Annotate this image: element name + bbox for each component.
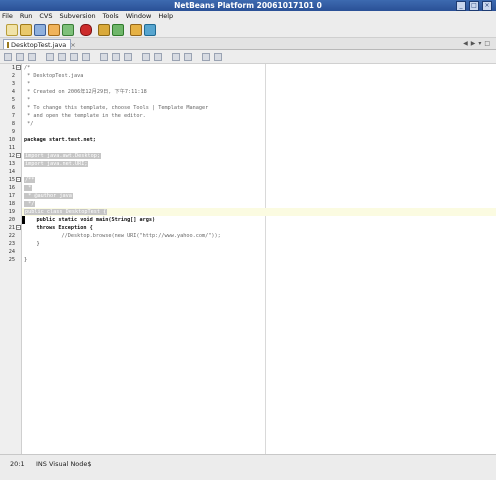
menu-window[interactable]: Window <box>126 12 152 20</box>
scroll-left-icon[interactable]: ◀ <box>463 40 468 47</box>
minimize-icon[interactable]: _ <box>456 1 466 11</box>
find-prev-icon[interactable] <box>58 53 66 61</box>
java-file-icon <box>7 41 9 48</box>
menu-cvs[interactable]: CVS <box>39 12 52 20</box>
uncomment-icon[interactable] <box>202 53 210 61</box>
macro-stop-icon[interactable] <box>184 53 192 61</box>
code-line: 16 * <box>8 185 33 191</box>
cursor-position: 20:1 <box>10 460 25 468</box>
macro-record-icon[interactable] <box>172 53 180 61</box>
code-line: 6 * To change this template, choose Tool… <box>11 105 209 111</box>
code-line: 3 * <box>11 81 31 87</box>
open-project-icon[interactable] <box>20 24 32 36</box>
menu-file[interactable]: File <box>2 12 13 20</box>
debug-icon[interactable] <box>98 24 110 36</box>
forward-icon[interactable] <box>28 53 36 61</box>
code-line: 21− throws Exception { <box>8 225 93 231</box>
close-icon[interactable]: × <box>70 41 75 49</box>
code-line: 7 * and open the template in the editor. <box>11 113 146 119</box>
toggle-icon[interactable] <box>4 53 12 61</box>
code-line: 13 import java.net.URI; <box>8 161 89 167</box>
code-line: 22 //Desktop.browse(new URI("http://www.… <box>8 233 221 239</box>
menu-run[interactable]: Run <box>20 12 32 20</box>
main-toolbar <box>0 20 496 38</box>
maximize-icon[interactable]: □ <box>484 40 490 47</box>
build-icon[interactable] <box>112 24 124 36</box>
save-icon[interactable] <box>34 24 46 36</box>
code-line: 9 <box>11 129 15 135</box>
tab-navigation: ◀ ▶ ▾ □ <box>463 40 490 47</box>
code-line: 17 * @author java <box>8 193 73 199</box>
code-line: 10 package start.test.net; <box>8 137 96 143</box>
code-line: 19 public class DesktopTest { <box>8 209 108 215</box>
code-line: 20 public static void main(String[] args… <box>8 216 156 224</box>
editor-toolbar <box>0 50 496 64</box>
editor-tab-strip: DesktopTest.java × ◀ ▶ ▾ □ <box>0 38 496 50</box>
title-bar: NetBeans Platform 20061017101 0 _ □ × <box>0 0 496 11</box>
shift-left-icon[interactable] <box>142 53 150 61</box>
status-bar: 20:1 INS Visual Node$ <box>0 454 496 480</box>
maximize-icon[interactable]: □ <box>469 1 479 11</box>
code-line: 2 * DesktopTest.java <box>11 73 84 79</box>
tab-label: DesktopTest.java <box>11 40 67 49</box>
profile-icon[interactable] <box>130 24 142 36</box>
comment-icon[interactable] <box>214 53 222 61</box>
run-icon[interactable] <box>80 24 92 36</box>
back-icon[interactable] <box>16 53 24 61</box>
window-controls: _ □ × <box>456 1 492 11</box>
code-line: 14 <box>8 169 15 175</box>
fold-toggle-icon[interactable]: − <box>16 65 21 70</box>
code-line: 24 <box>8 249 15 255</box>
window-title: NetBeans Platform 20061017101 0 <box>174 1 322 10</box>
prev-bookmark-icon[interactable] <box>112 53 120 61</box>
code-line: 15−/** <box>8 177 36 183</box>
tab-list-icon[interactable]: ▾ <box>478 40 481 47</box>
fold-toggle-icon[interactable]: − <box>16 177 21 182</box>
menu-tools[interactable]: Tools <box>103 12 119 20</box>
menu-bar: File Run CVS Subversion Tools Window Hel… <box>0 11 496 20</box>
menu-subversion[interactable]: Subversion <box>59 12 95 20</box>
code-line: 5 * <box>11 97 31 103</box>
search-icon[interactable] <box>82 53 90 61</box>
new-file-icon[interactable] <box>6 24 18 36</box>
code-line: 25} <box>8 257 28 263</box>
fold-toggle-icon[interactable]: − <box>16 153 21 158</box>
tab-desktoptest[interactable]: DesktopTest.java × <box>3 39 76 49</box>
forward-icon[interactable] <box>62 24 74 36</box>
shift-right-icon[interactable] <box>154 53 162 61</box>
code-line: 11 <box>8 145 15 151</box>
menu-help[interactable]: Help <box>158 12 173 20</box>
find-next-icon[interactable] <box>70 53 78 61</box>
bookmark-icon[interactable] <box>100 53 108 61</box>
code-line: 12− import java.awt.Desktop; <box>8 153 101 159</box>
code-line: 8 */ <box>11 121 34 127</box>
next-bookmark-icon[interactable] <box>124 53 132 61</box>
scroll-right-icon[interactable]: ▶ <box>471 40 476 47</box>
editor-mode: INS Visual Node$ <box>36 460 92 468</box>
back-icon[interactable] <box>48 24 60 36</box>
code-line: 23 } <box>8 241 40 247</box>
fold-toggle-icon[interactable]: − <box>16 225 21 230</box>
close-icon[interactable]: × <box>482 1 492 11</box>
code-line: 4 * Created on 2006年12月29日, 下午7:11:18 <box>11 89 147 95</box>
vis-icon[interactable] <box>144 24 156 36</box>
code-line: 18 */ <box>8 201 36 207</box>
code-line: 1−/* <box>11 65 31 71</box>
find-icon[interactable] <box>46 53 54 61</box>
